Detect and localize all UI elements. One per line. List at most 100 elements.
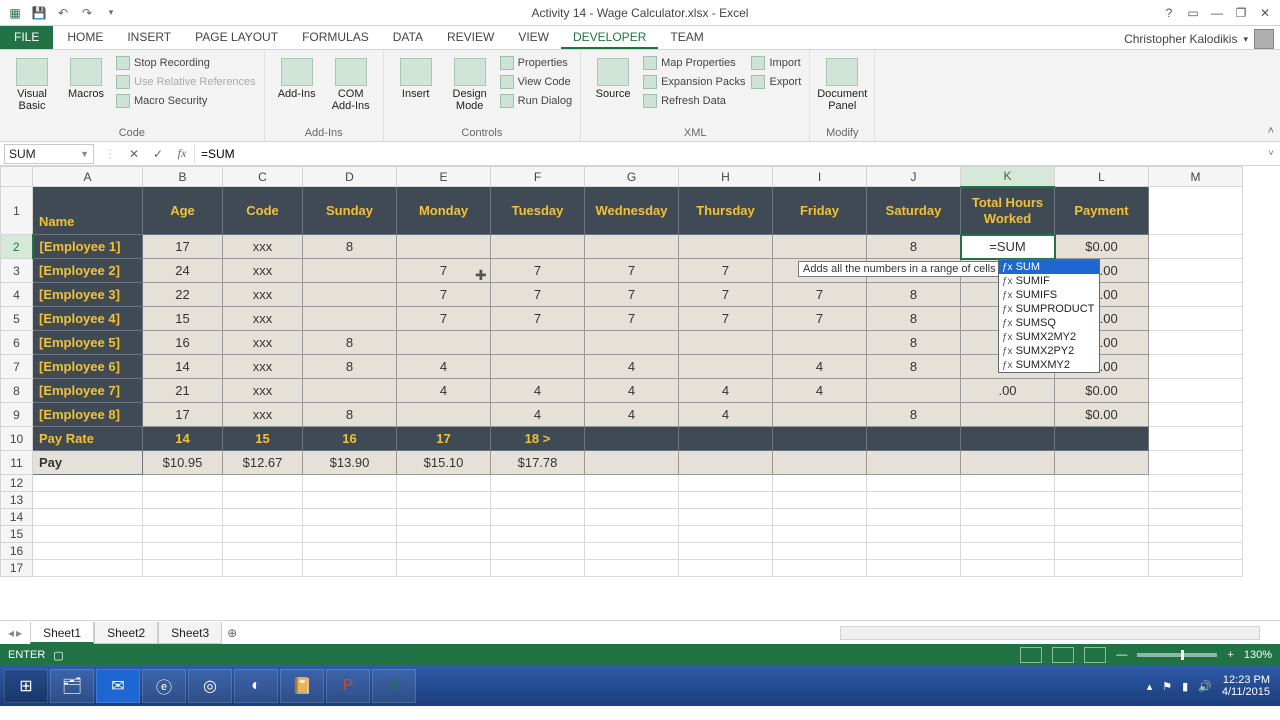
row-header-16[interactable]: 16 <box>1 543 33 560</box>
document-panel-button[interactable]: Document Panel <box>818 54 866 112</box>
cell[interactable] <box>867 427 961 451</box>
row-header-13[interactable]: 13 <box>1 492 33 509</box>
cell[interactable] <box>585 475 679 492</box>
cell[interactable] <box>1055 543 1149 560</box>
cell[interactable] <box>1055 560 1149 577</box>
row-header-9[interactable]: 9 <box>1 403 33 427</box>
cell[interactable] <box>1055 427 1149 451</box>
cell[interactable] <box>961 509 1055 526</box>
cell[interactable]: 4 <box>585 379 679 403</box>
cell[interactable]: xxx <box>223 259 303 283</box>
cell[interactable] <box>961 403 1055 427</box>
cell[interactable] <box>491 331 585 355</box>
sheet-tab-3[interactable]: Sheet3 <box>158 622 222 644</box>
view-code-button[interactable]: View Code <box>500 73 572 91</box>
header-cell[interactable]: Wednesday <box>585 187 679 235</box>
cell[interactable] <box>1055 475 1149 492</box>
header-cell[interactable]: Thursday <box>679 187 773 235</box>
view-page-break-button[interactable] <box>1084 647 1106 663</box>
cell[interactable] <box>223 475 303 492</box>
cell[interactable]: 7 <box>679 307 773 331</box>
cell[interactable] <box>1149 492 1243 509</box>
sheet-tab-2[interactable]: Sheet2 <box>94 622 158 644</box>
cell[interactable] <box>585 235 679 259</box>
cell[interactable] <box>585 526 679 543</box>
cell[interactable] <box>1149 403 1243 427</box>
tab-developer[interactable]: DEVELOPER <box>561 25 658 49</box>
cell[interactable] <box>33 475 143 492</box>
cell[interactable] <box>679 475 773 492</box>
cell[interactable] <box>491 355 585 379</box>
autocomplete-option[interactable]: ƒxSUMSQ <box>999 316 1099 330</box>
column-header-F[interactable]: F <box>491 167 585 187</box>
cell[interactable] <box>585 427 679 451</box>
stop-recording-button[interactable]: Stop Recording <box>116 54 256 72</box>
cell[interactable] <box>33 492 143 509</box>
cell[interactable]: 7 <box>773 283 867 307</box>
addins-button[interactable]: Add-Ins <box>273 54 321 100</box>
taskbar-excel[interactable]: X <box>372 669 416 703</box>
cell[interactable] <box>1149 283 1243 307</box>
view-page-layout-button[interactable] <box>1052 647 1074 663</box>
avatar[interactable] <box>1254 29 1274 49</box>
cell[interactable] <box>867 451 961 475</box>
tab-team[interactable]: TEAM <box>658 25 715 49</box>
column-header-M[interactable]: M <box>1149 167 1243 187</box>
header-cell[interactable]: Total Hours Worked <box>961 187 1055 235</box>
cell[interactable]: 18 > <box>491 427 585 451</box>
cell[interactable]: [Employee 4] <box>33 307 143 331</box>
cell[interactable] <box>773 526 867 543</box>
cell[interactable] <box>143 509 223 526</box>
column-header-I[interactable]: I <box>773 167 867 187</box>
cell[interactable]: 7 <box>397 283 491 307</box>
autocomplete-option[interactable]: ƒxSUMPRODUCT <box>999 302 1099 316</box>
cell[interactable] <box>397 509 491 526</box>
cell[interactable] <box>585 331 679 355</box>
cell[interactable] <box>773 235 867 259</box>
cell[interactable] <box>397 560 491 577</box>
column-header-L[interactable]: L <box>1055 167 1149 187</box>
cell[interactable] <box>223 509 303 526</box>
taskbar-powerpoint[interactable]: P <box>326 669 370 703</box>
cell[interactable]: $0.00 <box>1055 379 1149 403</box>
cell[interactable] <box>679 355 773 379</box>
cell[interactable]: [Employee 2] <box>33 259 143 283</box>
macro-record-icon[interactable]: ▢ <box>53 649 63 662</box>
cell[interactable] <box>397 475 491 492</box>
column-header-H[interactable]: H <box>679 167 773 187</box>
row-header-8[interactable]: 8 <box>1 379 33 403</box>
cell[interactable]: $10.95 <box>143 451 223 475</box>
cell[interactable] <box>961 427 1055 451</box>
cell[interactable]: 8 <box>867 403 961 427</box>
row-header-7[interactable]: 7 <box>1 355 33 379</box>
cell[interactable]: 22 <box>143 283 223 307</box>
cell[interactable] <box>585 543 679 560</box>
cell[interactable] <box>1149 526 1243 543</box>
cell[interactable] <box>585 492 679 509</box>
row-header-10[interactable]: 10 <box>1 427 33 451</box>
taskbar-outlook[interactable]: ✉ <box>96 669 140 703</box>
cell[interactable]: 8 <box>867 235 961 259</box>
add-sheet-button[interactable]: ⊕ <box>222 626 242 640</box>
cell[interactable]: 17 <box>143 403 223 427</box>
cell[interactable] <box>773 331 867 355</box>
cell[interactable]: 15 <box>143 307 223 331</box>
taskbar-explorer[interactable]: 🗂 <box>50 669 94 703</box>
tray-volume-icon[interactable]: 🔊 <box>1198 680 1212 693</box>
excel-icon[interactable]: ▦ <box>4 2 26 24</box>
cell[interactable] <box>679 492 773 509</box>
cell[interactable] <box>143 543 223 560</box>
cell[interactable] <box>1149 509 1243 526</box>
macro-security-button[interactable]: Macro Security <box>116 92 256 110</box>
row-header-12[interactable]: 12 <box>1 475 33 492</box>
close-button[interactable]: ✕ <box>1254 6 1276 20</box>
cell[interactable] <box>491 492 585 509</box>
column-header-C[interactable]: C <box>223 167 303 187</box>
cell[interactable] <box>143 526 223 543</box>
cell[interactable] <box>1149 235 1243 259</box>
column-header-B[interactable]: B <box>143 167 223 187</box>
cell[interactable] <box>303 543 397 560</box>
header-cell[interactable]: Sunday <box>303 187 397 235</box>
cell[interactable] <box>961 543 1055 560</box>
cell[interactable] <box>491 543 585 560</box>
